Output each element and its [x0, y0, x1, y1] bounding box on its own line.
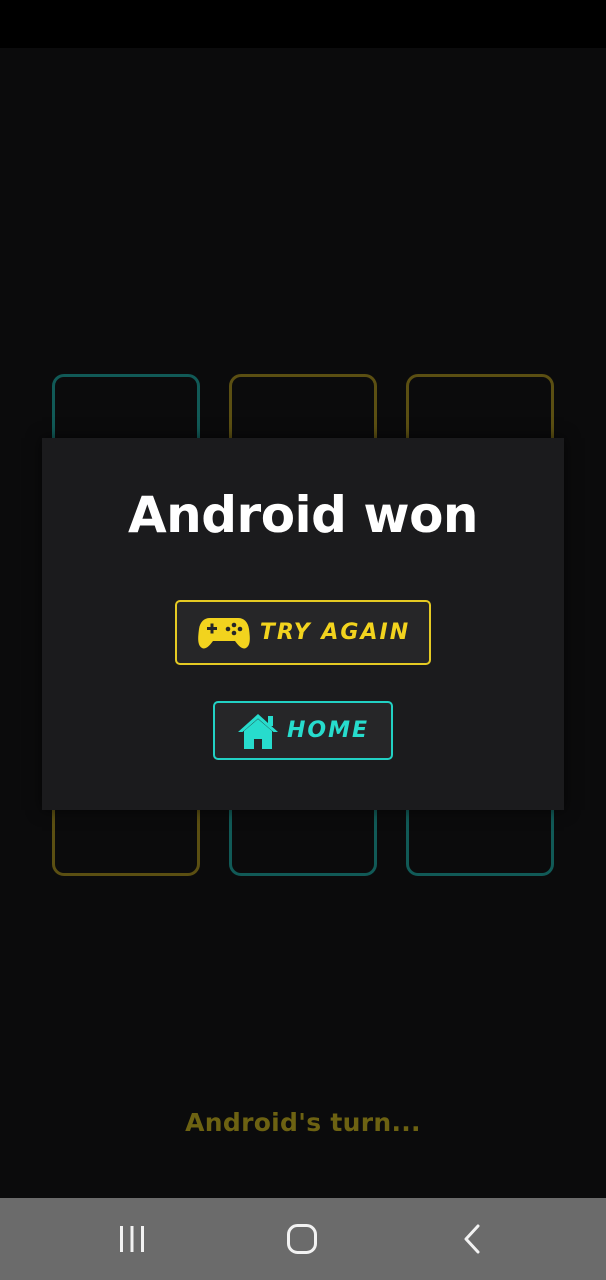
recents-icon	[117, 1225, 147, 1253]
result-title: Android won	[127, 486, 479, 544]
home-button[interactable]: HOME	[213, 701, 393, 760]
nav-home-icon	[286, 1223, 318, 1255]
nav-home-button[interactable]	[242, 1198, 362, 1280]
gamepad-icon	[196, 615, 252, 651]
back-button[interactable]	[412, 1198, 532, 1280]
status-bar	[0, 0, 606, 48]
turn-indicator: Android's turn...	[185, 1108, 421, 1137]
try-again-button[interactable]: TRY AGAIN	[175, 600, 431, 665]
home-label: HOME	[286, 718, 370, 743]
recents-button[interactable]	[72, 1198, 192, 1280]
try-again-label: TRY AGAIN	[259, 620, 411, 645]
navigation-bar	[0, 1198, 606, 1280]
home-icon	[237, 712, 279, 750]
back-icon	[461, 1223, 483, 1255]
